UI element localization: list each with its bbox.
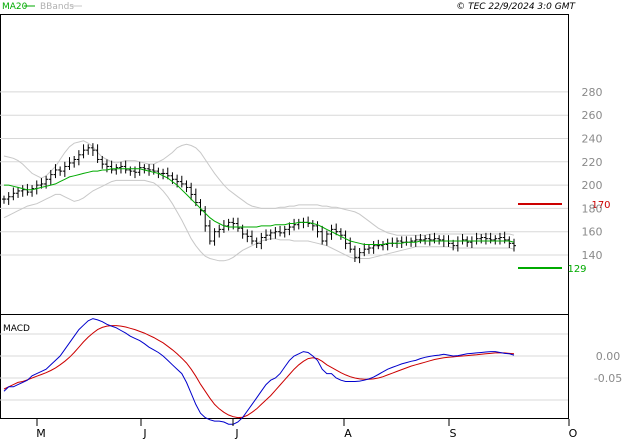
month-label: A bbox=[344, 427, 352, 440]
macd-signal-line bbox=[3, 325, 515, 419]
price-tick-label: 140 bbox=[582, 249, 603, 262]
support-label: 129 bbox=[567, 264, 586, 275]
price-bars bbox=[2, 143, 516, 264]
month-label: J bbox=[142, 427, 146, 440]
macd-label: MACD bbox=[3, 324, 30, 334]
price-tick-label: 280 bbox=[582, 86, 603, 99]
price-tick-label: 220 bbox=[582, 156, 603, 169]
copyright-text: © TEC 22/9/2024 3:0 GMT bbox=[456, 2, 576, 12]
price-tick-label: 260 bbox=[582, 109, 603, 122]
macd-y-axis: 0.00 -0.05 bbox=[594, 350, 622, 385]
month-label: S bbox=[450, 427, 457, 440]
month-label: M bbox=[36, 427, 46, 440]
ma20-line bbox=[4, 168, 515, 245]
price-panel-frame bbox=[0, 14, 569, 315]
macd-tick-label: -0.05 bbox=[594, 372, 622, 385]
bollinger-bands bbox=[3, 140, 515, 262]
macd-gridlines bbox=[0, 333, 568, 401]
legend-ma20: MA20 bbox=[2, 2, 28, 12]
price-tick-label: 200 bbox=[582, 179, 603, 192]
bband-lower bbox=[3, 179, 515, 262]
price-tick-label: 160 bbox=[582, 226, 603, 239]
legend-bbands: BBands bbox=[40, 2, 74, 12]
macd-tick-label: 0.00 bbox=[596, 350, 621, 363]
time-x-axis: MJJASO bbox=[36, 419, 578, 440]
price-tick-label: 180 bbox=[582, 202, 603, 215]
month-label: J bbox=[234, 427, 238, 440]
price-y-axis: 140 160 180 200 220 240 260 280 bbox=[582, 86, 603, 262]
price-tick-label: 240 bbox=[582, 133, 603, 146]
ma20-path bbox=[4, 168, 515, 245]
month-label: O bbox=[569, 427, 578, 440]
stock-chart: 170129 140160180200220240260280 0.00-0.0… bbox=[0, 2, 622, 440]
